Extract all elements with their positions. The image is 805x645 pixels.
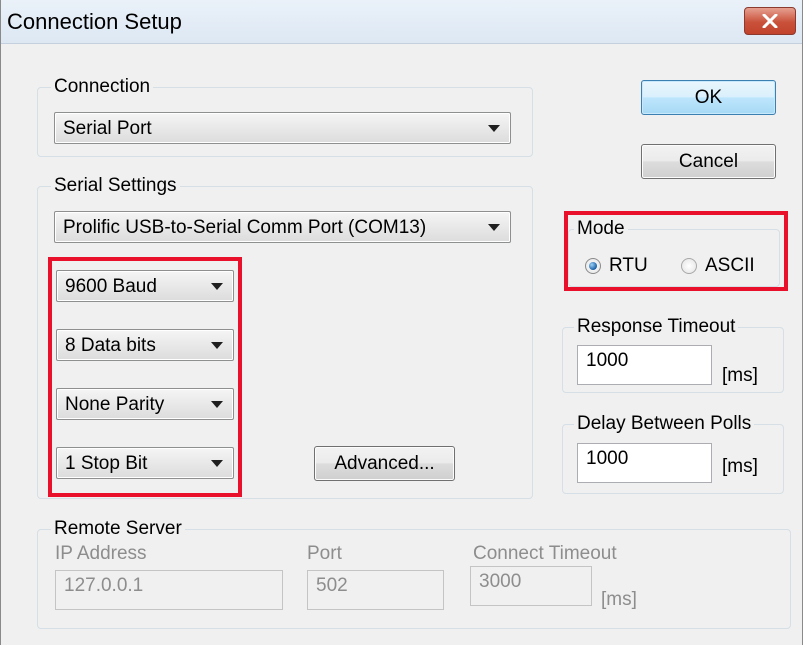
parity-value: None Parity	[65, 394, 165, 415]
close-button[interactable]	[744, 7, 796, 35]
ip-address-label: IP Address	[55, 543, 147, 564]
stop-bits-value: 1 Stop Bit	[65, 453, 148, 474]
delay-between-polls-value: 1000	[586, 448, 629, 469]
mode-rtu-radio[interactable]	[585, 258, 601, 274]
port-input[interactable]: 502	[307, 570, 444, 610]
connection-type-dropdown[interactable]: Serial Port	[54, 112, 511, 144]
connection-type-value: Serial Port	[63, 118, 152, 139]
port-value: 502	[316, 575, 348, 596]
cancel-button[interactable]: Cancel	[641, 144, 776, 179]
connection-setup-dialog: Connection Setup Connection Serial Port …	[0, 0, 803, 645]
delay-between-polls-input[interactable]: 1000	[577, 443, 712, 483]
response-timeout-unit: [ms]	[722, 365, 758, 386]
mode-ascii-radio[interactable]	[681, 258, 697, 274]
chevron-down-icon	[211, 460, 223, 467]
advanced-button[interactable]: Advanced...	[314, 446, 455, 481]
mode-ascii-label[interactable]: ASCII	[705, 255, 755, 277]
delay-between-polls-unit: [ms]	[722, 456, 758, 477]
ip-address-value: 127.0.0.1	[64, 575, 144, 596]
window-title: Connection Setup	[7, 9, 182, 34]
remote-server-group-label: Remote Server	[51, 518, 185, 540]
baud-rate-value: 9600 Baud	[65, 276, 157, 297]
port-label: Port	[307, 543, 342, 564]
connect-timeout-value: 3000	[479, 571, 522, 592]
connect-timeout-input[interactable]: 3000	[470, 566, 592, 606]
ok-button[interactable]: OK	[641, 80, 776, 115]
ip-address-input[interactable]: 127.0.0.1	[55, 570, 283, 610]
com-port-value: Prolific USB-to-Serial Comm Port (COM13)	[63, 217, 427, 238]
mode-group-label: Mode	[574, 218, 628, 240]
chevron-down-icon	[211, 401, 223, 408]
data-bits-dropdown[interactable]: 8 Data bits	[56, 329, 234, 361]
chevron-down-icon	[488, 125, 500, 132]
title-bar[interactable]: Connection Setup	[1, 0, 802, 44]
delay-between-polls-group-label: Delay Between Polls	[574, 413, 755, 435]
response-timeout-group-label: Response Timeout	[574, 316, 739, 338]
mode-rtu-label[interactable]: RTU	[609, 255, 648, 277]
response-timeout-value: 1000	[586, 350, 629, 371]
connect-timeout-label: Connect Timeout	[473, 543, 617, 564]
close-icon	[762, 14, 778, 28]
com-port-dropdown[interactable]: Prolific USB-to-Serial Comm Port (COM13)	[54, 211, 511, 243]
baud-rate-dropdown[interactable]: 9600 Baud	[56, 270, 234, 302]
response-timeout-input[interactable]: 1000	[577, 345, 712, 385]
chevron-down-icon	[211, 342, 223, 349]
stop-bits-dropdown[interactable]: 1 Stop Bit	[56, 447, 234, 479]
connect-timeout-unit: [ms]	[601, 589, 637, 610]
parity-dropdown[interactable]: None Parity	[56, 388, 234, 420]
data-bits-value: 8 Data bits	[65, 335, 156, 356]
serial-settings-group-label: Serial Settings	[51, 175, 180, 197]
chevron-down-icon	[488, 224, 500, 231]
connection-group-label: Connection	[51, 76, 154, 98]
chevron-down-icon	[211, 283, 223, 290]
